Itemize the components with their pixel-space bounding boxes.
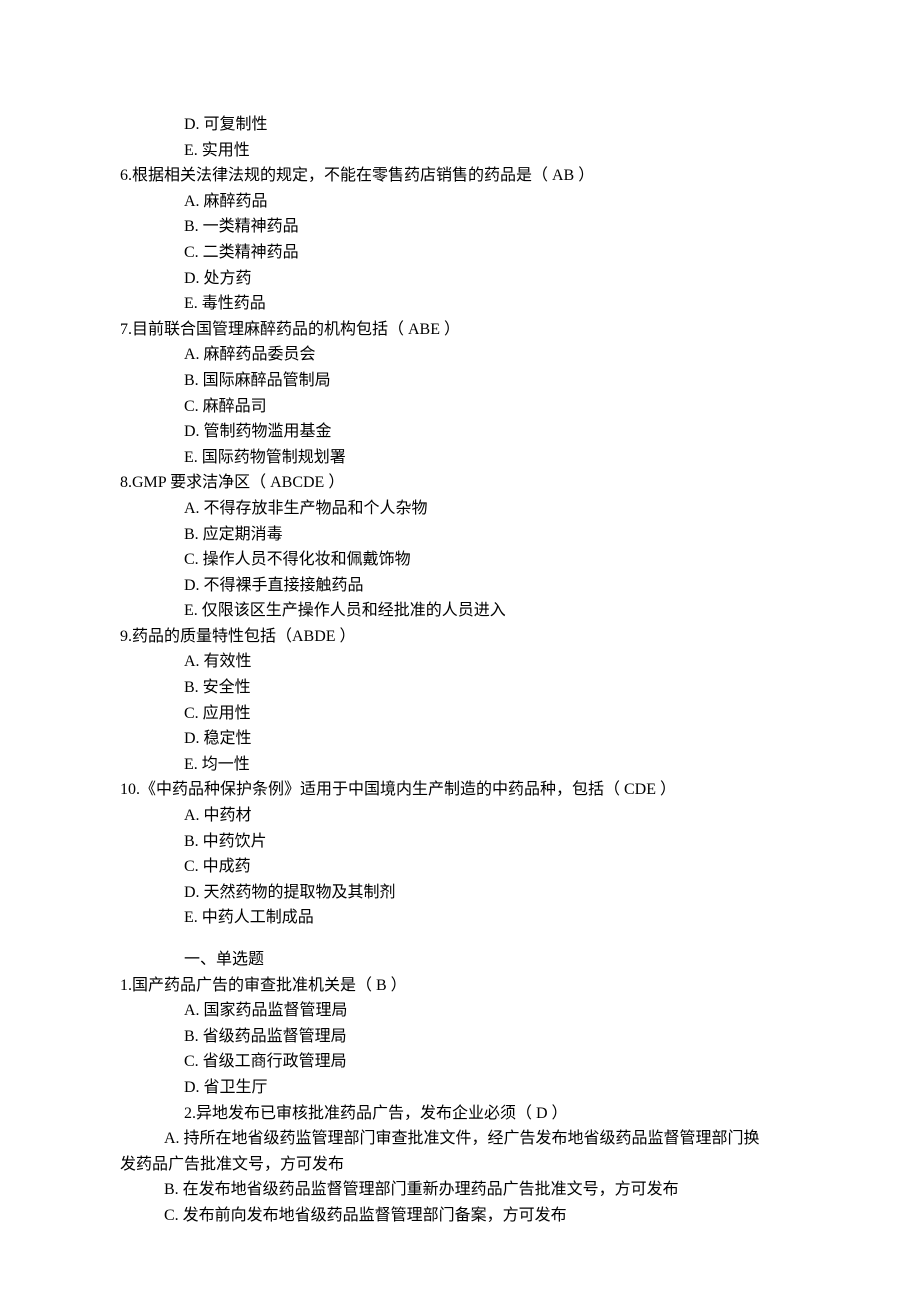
option-d: D. 处方药 (120, 266, 800, 292)
option-a: A. 麻醉药品委员会 (120, 342, 800, 368)
option-a: A. 有效性 (120, 649, 800, 675)
option-b: B. 中药饮片 (120, 829, 800, 855)
option-c: C. 省级工商行政管理局 (120, 1049, 800, 1075)
option-d: D. 不得裸手直接接触药品 (120, 573, 800, 599)
question-9-stem: 9.药品的质量特性包括（ABDE ） (120, 624, 800, 650)
option-c: C. 操作人员不得化妆和佩戴饰物 (120, 547, 800, 573)
option-d: D. 省卫生厅 (120, 1075, 800, 1101)
option-d: D. 天然药物的提取物及其制剂 (120, 880, 800, 906)
question-text: GMP 要求洁净区（ ABCDE ） (132, 474, 344, 491)
question-6-stem: 6.根据相关法律法规的规定，不能在零售药店销售的药品是（ AB ） (120, 163, 800, 189)
question-text: 目前联合国管理麻醉药品的机构包括（ ABE ） (132, 321, 460, 338)
option-e: E. 仅限该区生产操作人员和经批准的人员进入 (120, 598, 800, 624)
section-heading-single-choice: 一、单选题 (120, 947, 800, 973)
question-number: 1. (120, 977, 132, 994)
option-d: D. 稳定性 (120, 726, 800, 752)
question-7-stem: 7.目前联合国管理麻醉药品的机构包括（ ABE ） (120, 317, 800, 343)
single-q2-stem: 2.异地发布已审核批准药品广告，发布企业必须（ D ） (120, 1101, 800, 1127)
question-text: 国产药品广告的审查批准机关是（ B ） (132, 977, 407, 994)
option-e: E. 实用性 (120, 138, 800, 164)
option-b: B. 一类精神药品 (120, 214, 800, 240)
question-text: 《中药品种保护条例》适用于中国境内生产制造的中药品种，包括（ CDE ） (140, 781, 676, 798)
option-d: D. 可复制性 (120, 112, 800, 138)
option-b: B. 国际麻醉品管制局 (120, 368, 800, 394)
option-a: A. 中药材 (120, 803, 800, 829)
option-b: B. 在发布地省级药品监督管理部门重新办理药品广告批准文号，方可发布 (120, 1177, 800, 1203)
question-number: 10. (120, 781, 140, 798)
option-c: C. 发布前向发布地省级药品监督管理部门备案，方可发布 (120, 1203, 800, 1229)
option-e: E. 均一性 (120, 752, 800, 778)
option-c: C. 麻醉品司 (120, 394, 800, 420)
question-10-stem: 10.《中药品种保护条例》适用于中国境内生产制造的中药品种，包括（ CDE ） (120, 777, 800, 803)
option-a: A. 麻醉药品 (120, 189, 800, 215)
option-b: B. 应定期消毒 (120, 522, 800, 548)
question-number: 6. (120, 167, 132, 184)
spacer (120, 931, 800, 947)
question-number: 8. (120, 474, 132, 491)
question-text: 根据相关法律法规的规定，不能在零售药店销售的药品是（ AB ） (132, 167, 594, 184)
option-a: A. 国家药品监督管理局 (120, 998, 800, 1024)
question-text: 药品的质量特性包括（ABDE ） (132, 628, 356, 645)
option-e: E. 中药人工制成品 (120, 905, 800, 931)
option-d: D. 管制药物滥用基金 (120, 419, 800, 445)
question-number: 7. (120, 321, 132, 338)
option-c: C. 应用性 (120, 701, 800, 727)
document-page: D. 可复制性 E. 实用性 6.根据相关法律法规的规定，不能在零售药店销售的药… (0, 0, 920, 1302)
option-e: E. 国际药物管制规划署 (120, 445, 800, 471)
question-number: 9. (120, 628, 132, 645)
option-b: B. 省级药品监督管理局 (120, 1024, 800, 1050)
option-c: C. 中成药 (120, 854, 800, 880)
question-8-stem: 8.GMP 要求洁净区（ ABCDE ） (120, 470, 800, 496)
option-b: B. 安全性 (120, 675, 800, 701)
option-c: C. 二类精神药品 (120, 240, 800, 266)
single-q1-stem: 1.国产药品广告的审查批准机关是（ B ） (120, 973, 800, 999)
option-e: E. 毒性药品 (120, 291, 800, 317)
option-a: A. 不得存放非生产物品和个人杂物 (120, 496, 800, 522)
option-a-line1: A. 持所在地省级药监管理部门审查批准文件，经广告发布地省级药品监督管理部门换 (120, 1126, 800, 1152)
option-a-line2: 发药品广告批准文号，方可发布 (120, 1152, 800, 1178)
